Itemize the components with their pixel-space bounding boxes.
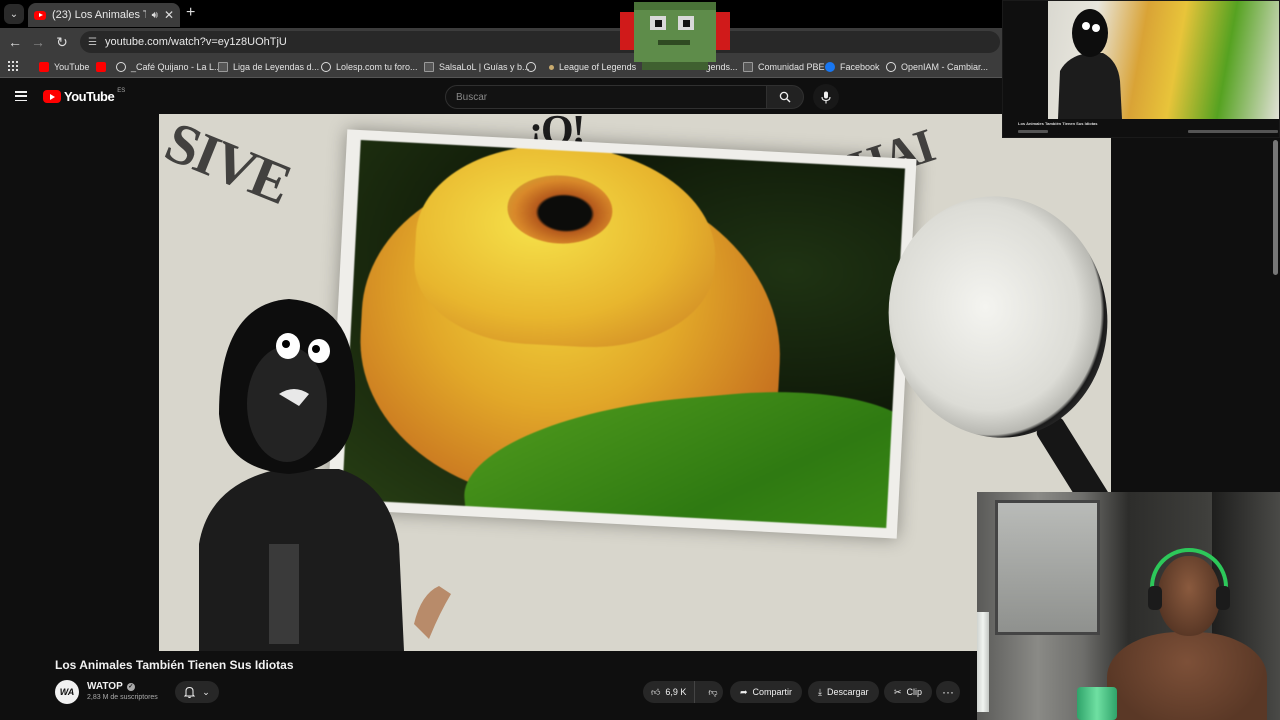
bookmark-liga-leyendas[interactable]: Liga de Leyendas d... [218, 59, 319, 75]
headset-earcup-right [1216, 586, 1230, 610]
newspaper-headline-left: SIVE [159, 114, 300, 217]
more-horizontal-icon: ··· [942, 685, 954, 699]
thumbs-down-icon: 👎︎ [708, 686, 718, 697]
thumbs-up-icon: 👍︎ [651, 686, 661, 697]
browser-tab-youtube[interactable]: (23) Los Animales También Tienen Sus Idi… [28, 3, 180, 27]
bell-icon [184, 686, 196, 698]
share-button[interactable]: ➦ Compartir [730, 681, 803, 703]
bookmark-openiam[interactable]: OpenIAM - Cambiar... [886, 59, 988, 75]
apps-grid-icon[interactable] [8, 61, 18, 71]
download-icon: ⤓ [818, 686, 822, 697]
window-background [995, 500, 1100, 635]
download-button[interactable]: ⤓ Descargar [808, 681, 879, 703]
speaker-icon[interactable]: 🔊︎ [152, 10, 158, 21]
clip-button[interactable]: ✂ Clip [884, 681, 933, 703]
bookmark-cafe-quijano[interactable]: _Café Quijano - La L... [116, 59, 222, 75]
globe-icon [886, 62, 896, 72]
microphone-icon [821, 91, 831, 103]
address-bar[interactable]: ☰ youtube.com/watch?v=ey1z8UOhTjU [80, 31, 1000, 53]
forward-arrow-icon[interactable]: → [28, 32, 48, 52]
facebook-icon [825, 62, 835, 72]
pixel-mascot-overlay-icon [620, 2, 730, 70]
like-dislike-group: 👍︎ 6,9 K 👎︎ [643, 681, 723, 703]
video-title: Los Animales También Tienen Sus Idiotas [55, 658, 294, 672]
bookmark-globe[interactable] [526, 59, 536, 75]
notifications-dropdown-button[interactable]: ⌄ [175, 681, 219, 703]
subscriber-count: 2,83 M de suscriptores [87, 694, 158, 701]
league-icon [549, 64, 554, 70]
bookmark-youtube-2[interactable] [96, 59, 106, 75]
stream-preview-overlay: Los Animales También Tienen Sus Idiotas [1002, 0, 1280, 138]
preview-title: Los Animales También Tienen Sus Idiotas [1018, 121, 1098, 126]
site-square-icon [218, 62, 228, 72]
back-arrow-icon[interactable]: ← [5, 32, 25, 52]
channel-avatar[interactable]: WA [55, 680, 79, 704]
hamburger-menu-icon[interactable] [15, 91, 27, 101]
verified-check-icon: ✓ [126, 682, 135, 691]
tab-search-chevron-icon[interactable]: ⌄ [4, 4, 24, 24]
site-square-icon [424, 62, 434, 72]
bookmark-facebook[interactable]: Facebook [825, 59, 880, 75]
youtube-logo[interactable]: YouTube ES [43, 88, 125, 104]
globe-icon [321, 62, 331, 72]
bookmark-salsalol[interactable]: SalsaLoL | Guías y b... [424, 59, 530, 75]
webcam-overlay [977, 492, 1280, 720]
close-tab-icon[interactable]: ✕ [164, 8, 174, 22]
hooded-presenter [199, 299, 451, 651]
preview-actions-bar [1018, 127, 1278, 135]
search-button[interactable] [766, 85, 804, 109]
dislike-button[interactable]: 👎︎ [700, 681, 725, 703]
chevron-down-icon: ⌄ [202, 686, 210, 697]
new-tab-plus-icon[interactable]: + [186, 4, 195, 22]
voice-search-button[interactable] [813, 84, 839, 110]
tab-title: (23) Los Animales También Tienen Sus Idi… [52, 9, 146, 21]
search-icon [779, 91, 791, 103]
scissors-icon: ✂ [894, 686, 902, 697]
more-actions-button[interactable]: ··· [936, 681, 960, 703]
streamer-body [1107, 632, 1267, 720]
scrollbar-thumb[interactable] [1273, 140, 1278, 275]
preview-video-thumbnail [1048, 1, 1279, 119]
youtube-play-icon [43, 90, 61, 103]
share-arrow-icon: ➦ [740, 686, 748, 697]
youtube-favicon-icon [34, 10, 46, 20]
bottle [977, 612, 989, 712]
globe-icon [116, 62, 126, 72]
like-button[interactable]: 👍︎ 6,9 K [643, 681, 696, 703]
bookmark-lolesp[interactable]: Lolesp.com tu foro... [321, 59, 418, 75]
youtube-icon [39, 62, 49, 72]
site-square-icon [743, 62, 753, 72]
youtube-icon [96, 62, 106, 72]
channel-name[interactable]: WATOP ✓ [87, 681, 135, 692]
site-info-icon[interactable]: ☰ [88, 37, 97, 48]
green-cup [1077, 687, 1117, 720]
globe-icon [526, 62, 536, 72]
bookmark-youtube[interactable]: YouTube [39, 59, 89, 75]
address-url: youtube.com/watch?v=ey1z8UOhTjU [104, 36, 287, 48]
like-count: 6,9 K [665, 687, 687, 697]
video-player[interactable]: ¡O! SIVE HAI [159, 114, 1111, 651]
search-input[interactable]: Buscar [445, 85, 767, 109]
bookmark-comunidad-pbe[interactable]: Comunidad PBE [743, 59, 825, 75]
headset-earcup-left [1148, 586, 1162, 610]
reload-icon[interactable]: ↻ [52, 32, 72, 52]
